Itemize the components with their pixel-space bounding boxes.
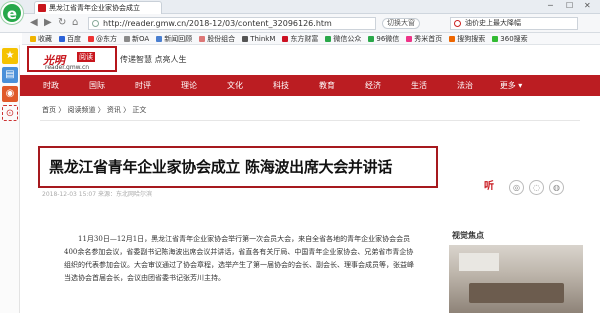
bookmark-icon — [325, 35, 332, 42]
nav-item[interactable]: 国际 — [74, 80, 120, 91]
refresh-icon[interactable]: ↻ — [58, 17, 66, 28]
bookmark-label: 新闻回顾 — [164, 34, 193, 43]
bookmark-label: @东方 — [96, 34, 117, 43]
nav-item[interactable]: 时评 — [120, 80, 166, 91]
bookmark-item[interactable]: 新OA — [124, 34, 149, 44]
article-meta: 2018-12-03 15:07 来源：东北网哈尔滨 — [42, 191, 152, 198]
nav-item[interactable]: 科技 — [258, 80, 304, 91]
bookmark-icon — [242, 35, 249, 42]
reader-icon[interactable]: ▤ — [2, 67, 18, 83]
weibo-share-icon[interactable]: ◍ — [549, 180, 564, 195]
tab-title: 黑龙江省青年企业家协会成立 — [49, 4, 140, 12]
browser-logo-icon[interactable]: e — [1, 2, 23, 24]
bookmark-item[interactable]: 96微信 — [368, 34, 399, 44]
weibo-icon[interactable]: ◉ — [2, 86, 18, 102]
photo-table — [469, 283, 564, 303]
bookmark-item[interactable]: @东方 — [88, 34, 117, 44]
divider — [40, 120, 580, 121]
url-input[interactable]: http://reader.gmw.cn/2018-12/03/content_… — [88, 17, 376, 30]
bookmark-item[interactable]: 百度 — [59, 34, 81, 44]
bookmark-label: 微信公众 — [333, 34, 362, 43]
bookmark-label: 秀米首页 — [414, 34, 443, 43]
browser-tab[interactable]: 黑龙江省青年企业家协会成立 — [34, 1, 162, 14]
bookmark-icon — [156, 35, 163, 42]
bookmark-item[interactable]: 360搜索 — [492, 34, 528, 44]
bookmark-item[interactable]: 东方财富 — [282, 34, 318, 44]
home-icon[interactable]: ⌂ — [72, 17, 78, 28]
bookmark-item[interactable]: 搜狗搜索 — [449, 34, 485, 44]
site-favicon-icon — [38, 4, 46, 12]
bookmark-icon — [88, 35, 94, 42]
site-header: 光明 阅读 reader.gmw.cn 传递智慧 点亮人生 — [20, 45, 600, 75]
logo-tag: 阅读 — [77, 52, 95, 62]
close-icon[interactable]: ✕ — [584, 1, 591, 10]
maximize-icon[interactable]: ☐ — [566, 1, 573, 10]
bookmark-icon — [30, 35, 36, 42]
bookmark-label: 百度 — [67, 34, 81, 43]
search-input[interactable]: 油价史上最大降幅 — [450, 17, 578, 30]
forward-icon[interactable]: ▶ — [44, 17, 52, 28]
page-title: 黑龙江省青年企业家协会成立 陈海波出席大会并讲话 — [49, 158, 393, 176]
nav-item[interactable]: 文化 — [212, 80, 258, 91]
main-nav: 时政 国际 时评 理论 文化 科技 教育 经济 生活 法治 更多 ▾ — [20, 75, 600, 96]
bookmark-item[interactable]: 秀米首页 — [406, 34, 442, 44]
bookmark-label: 收藏 — [38, 34, 52, 43]
bookmark-label: ThinkM — [250, 34, 276, 43]
sidebar-title: 视觉焦点 — [452, 231, 484, 240]
address-bar: ◀ ▶ ↻ ⌂ http://reader.gmw.cn/2018-12/03/… — [0, 14, 600, 33]
nav-item[interactable]: 教育 — [304, 80, 350, 91]
site-logo[interactable]: 光明 阅读 reader.gmw.cn — [27, 46, 117, 72]
bookmark-label: 96微信 — [376, 34, 400, 43]
bookmark-label: 东方财富 — [290, 34, 319, 43]
moments-icon[interactable]: ◎ — [509, 180, 524, 195]
bookmark-item[interactable]: 新闻回顾 — [156, 34, 192, 44]
bookmark-label: 搜狗搜索 — [457, 34, 486, 43]
photo-window — [459, 253, 499, 271]
bookmark-item[interactable]: 微信公众 — [325, 34, 361, 44]
site-slogan: 传递智慧 点亮人生 — [120, 55, 187, 64]
bookmark-icon — [449, 35, 456, 42]
url-text: http://reader.gmw.cn/2018-12/03/content_… — [103, 19, 332, 28]
bookmark-icon — [368, 35, 375, 42]
breadcrumb: 首页 〉 阅读频道 〉 资讯 〉 正文 — [42, 106, 147, 114]
bookmark-icon — [199, 35, 206, 42]
nav-item[interactable]: 经济 — [350, 80, 396, 91]
bookmarks-bar: 收藏 百度 @东方 新OA 新闻回顾 股份组合 ThinkM 东方财富 微信公众 96微信 秀米首页… — [22, 33, 600, 45]
security-icon — [92, 20, 99, 27]
bookmark-icon — [282, 35, 289, 42]
sidebar-photo[interactable] — [449, 245, 583, 313]
bookmark-label: 360搜索 — [500, 34, 528, 43]
bookmark-item[interactable]: 收藏 — [30, 34, 52, 44]
bookmark-label: 股份组合 — [207, 34, 236, 43]
nav-item[interactable]: 时政 — [28, 80, 74, 91]
share-row: 听 ◎ ◌ ◍ — [484, 180, 564, 195]
bookmark-icon — [59, 35, 65, 42]
browser-titlebar: 黑龙江省青年企业家协会成立 ─ ☐ ✕ — [0, 0, 600, 14]
listen-icon[interactable]: 听 — [484, 180, 504, 194]
headline-highlight: 黑龙江省青年企业家协会成立 陈海波出席大会并讲话 — [38, 146, 438, 188]
search-engine-icon — [454, 20, 461, 27]
window-mode-button[interactable]: 切换大窗 — [382, 18, 420, 29]
minimize-icon[interactable]: ─ — [548, 1, 553, 10]
bookmark-icon — [124, 35, 130, 42]
nav-item[interactable]: 更多 ▾ — [488, 80, 534, 91]
favorites-star-icon[interactable]: ★ — [2, 48, 18, 64]
bookmark-label: 新OA — [132, 34, 150, 43]
bookmark-icon — [492, 35, 499, 42]
bookmark-item[interactable]: ThinkM — [242, 35, 275, 43]
article-body: 11月30日—12月1日，黑龙江省青年企业家协会举行第一次会员大会，来自全省各地… — [64, 235, 414, 282]
nav-item[interactable]: 生活 — [396, 80, 442, 91]
search-text: 油价史上最大降幅 — [465, 19, 521, 27]
side-dock: ★ ▤ ◉ ⊙ — [0, 45, 20, 313]
wechat-icon[interactable]: ◌ — [529, 180, 544, 195]
back-icon[interactable]: ◀ — [30, 17, 38, 28]
screenshot-icon[interactable]: ⊙ — [2, 105, 18, 121]
nav-item[interactable]: 法治 — [442, 80, 488, 91]
nav-item[interactable]: 理论 — [166, 80, 212, 91]
bookmark-icon — [406, 35, 413, 42]
bookmark-item[interactable]: 股份组合 — [199, 34, 235, 44]
logo-url: reader.gmw.cn — [45, 64, 90, 71]
